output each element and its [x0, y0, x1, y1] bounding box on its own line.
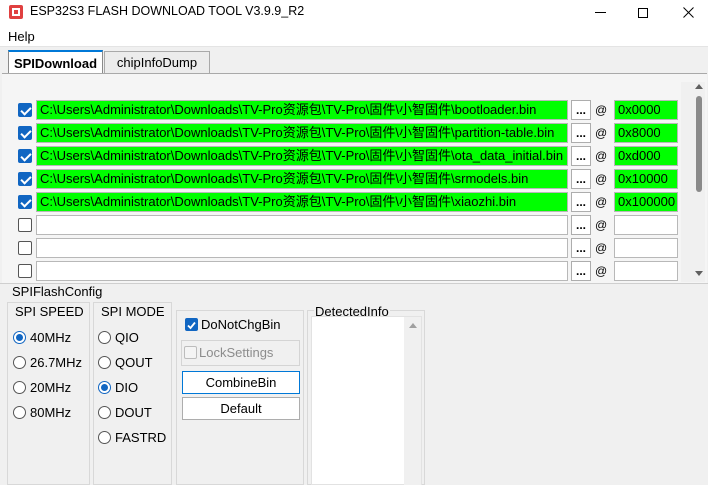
file-row: C:\Users\Administrator\Downloads\TV-Pro资… [2, 191, 702, 214]
file-path-field[interactable] [36, 261, 568, 281]
window-title: ESP32S3 FLASH DOWNLOAD TOOL V3.9.9_R2 [30, 4, 305, 18]
at-label: @ [595, 149, 608, 163]
at-label: @ [595, 218, 608, 232]
radio-qout-label: QOUT [115, 355, 153, 370]
locksettings-checkbox[interactable] [184, 346, 197, 359]
browse-button[interactable]: ... [571, 123, 591, 143]
address-field[interactable]: 0x0000 [614, 100, 678, 120]
file-enable-checkbox[interactable] [18, 218, 32, 232]
spi-flash-config-title: SPIFlashConfig [12, 284, 103, 299]
radio-80mhz[interactable] [13, 406, 26, 419]
file-enable-checkbox[interactable] [18, 172, 32, 186]
maximize-icon [638, 7, 648, 18]
at-label: @ [595, 264, 608, 278]
at-label: @ [595, 103, 608, 117]
at-label: @ [595, 241, 608, 255]
menu-bar: Help [0, 25, 708, 47]
scroll-down-arrow-icon[interactable] [695, 271, 703, 276]
browse-button[interactable]: ... [571, 261, 591, 281]
close-icon [682, 7, 694, 18]
radio-dout[interactable] [98, 406, 111, 419]
file-enable-checkbox[interactable] [18, 241, 32, 255]
radio-80mhz-label: 80MHz [30, 405, 72, 420]
tab-chipinfodump[interactable]: chipInfoDump [104, 51, 210, 73]
radio-fastrd-label: FASTRD [115, 430, 167, 445]
minimize-icon [594, 12, 606, 13]
radio-40mhz[interactable] [13, 331, 26, 344]
at-label: @ [595, 195, 608, 209]
file-row: ... @ [2, 214, 702, 237]
spi-speed-title: SPI SPEED [15, 304, 84, 319]
file-enable-checkbox[interactable] [18, 103, 32, 117]
browse-button[interactable]: ... [571, 169, 591, 189]
scroll-up-arrow-icon[interactable] [695, 84, 703, 89]
file-path-field[interactable]: C:\Users\Administrator\Downloads\TV-Pro资… [36, 146, 568, 166]
file-row: ... @ [2, 237, 702, 260]
app-icon [9, 5, 23, 19]
browse-button[interactable]: ... [571, 100, 591, 120]
file-path-field[interactable]: C:\Users\Administrator\Downloads\TV-Pro资… [36, 100, 568, 120]
close-button[interactable] [668, 0, 708, 25]
radio-dio-label: DIO [115, 380, 139, 395]
file-path-field[interactable]: C:\Users\Administrator\Downloads\TV-Pro资… [36, 169, 568, 189]
tab-spidownload[interactable]: SPIDownload [8, 50, 103, 74]
browse-button[interactable]: ... [571, 238, 591, 258]
combinebin-button[interactable]: CombineBin [182, 371, 300, 394]
radio-qio[interactable] [98, 331, 111, 344]
address-field[interactable]: 0x8000 [614, 123, 678, 143]
address-field[interactable] [614, 238, 678, 258]
minimize-button[interactable] [580, 0, 620, 25]
config-divider [0, 283, 708, 284]
file-path-field[interactable]: C:\Users\Administrator\Downloads\TV-Pro资… [36, 123, 568, 143]
file-list-panel: C:\Users\Administrator\Downloads\TV-Pro资… [2, 73, 707, 283]
address-field[interactable] [614, 261, 678, 281]
file-row: C:\Users\Administrator\Downloads\TV-Pro资… [2, 99, 702, 122]
file-row: ... @ [2, 260, 702, 283]
file-row: C:\Users\Administrator\Downloads\TV-Pro资… [2, 168, 702, 191]
radio-20mhz[interactable] [13, 381, 26, 394]
radio-qio-label: QIO [115, 330, 139, 345]
default-button[interactable]: Default [182, 397, 300, 420]
radio-qout[interactable] [98, 356, 111, 369]
radio-dout-label: DOUT [115, 405, 152, 420]
title-bar: ESP32S3 FLASH DOWNLOAD TOOL V3.9.9_R2 [0, 0, 708, 25]
address-field[interactable] [614, 215, 678, 235]
radio-40mhz-label: 40MHz [30, 330, 72, 345]
file-path-field[interactable]: C:\Users\Administrator\Downloads\TV-Pro资… [36, 192, 568, 212]
file-path-field[interactable] [36, 215, 568, 235]
donotchgbin-checkbox[interactable] [185, 318, 198, 331]
radio-fastrd[interactable] [98, 431, 111, 444]
file-enable-checkbox[interactable] [18, 264, 32, 278]
detected-info-scrollbar[interactable] [404, 317, 421, 485]
at-label: @ [595, 172, 608, 186]
at-label: @ [595, 126, 608, 140]
menu-help[interactable]: Help [8, 29, 35, 44]
detected-info-scroll-up-icon[interactable] [409, 323, 417, 328]
maximize-button[interactable] [623, 0, 663, 25]
browse-button[interactable]: ... [571, 146, 591, 166]
file-path-field[interactable] [36, 238, 568, 258]
browse-button[interactable]: ... [571, 192, 591, 212]
address-field[interactable]: 0x100000 [614, 192, 678, 212]
radio-dio[interactable] [98, 381, 111, 394]
radio-20mhz-label: 20MHz [30, 380, 72, 395]
scrollbar-thumb[interactable] [696, 96, 702, 192]
browse-button[interactable]: ... [571, 215, 591, 235]
checkmark-icon [187, 321, 196, 330]
locksettings-label: LockSettings [199, 345, 274, 360]
donotchgbin-label: DoNotChgBin [201, 317, 281, 332]
file-enable-checkbox[interactable] [18, 195, 32, 209]
radio-26-7mhz[interactable] [13, 356, 26, 369]
spi-mode-title: SPI MODE [101, 304, 165, 319]
radio-26-7mhz-label: 26.7MHz [30, 355, 83, 370]
address-field[interactable]: 0xd000 [614, 146, 678, 166]
file-row: C:\Users\Administrator\Downloads\TV-Pro资… [2, 145, 702, 168]
file-enable-checkbox[interactable] [18, 126, 32, 140]
address-field[interactable]: 0x10000 [614, 169, 678, 189]
file-enable-checkbox[interactable] [18, 149, 32, 163]
file-row: C:\Users\Administrator\Downloads\TV-Pro资… [2, 122, 702, 145]
